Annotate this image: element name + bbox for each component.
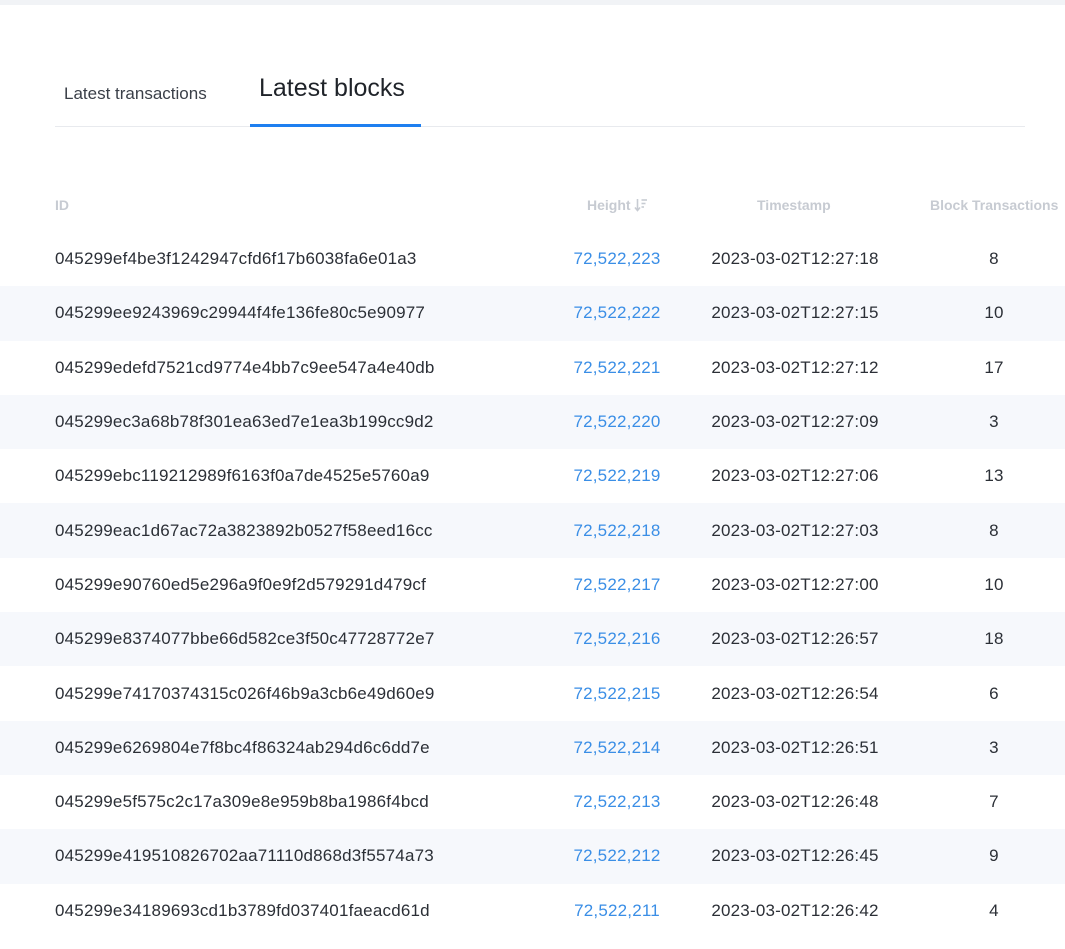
block-height-link[interactable]: 72,522,222 <box>573 303 660 323</box>
block-transactions-count-cell: 10 <box>984 303 1004 323</box>
block-id-cell: 045299eac1d67ac72a3823892b0527f58eed16cc <box>55 520 433 540</box>
active-tab-indicator <box>250 124 421 127</box>
table-row: 045299ee9243969c29944f4fe136fe80c5e90977… <box>0 286 1065 341</box>
table-row: 045299ec3a68b78f301ea63ed7e1ea3b199cc9d2… <box>0 394 1065 450</box>
block-height-link[interactable]: 72,522,223 <box>573 249 660 269</box>
block-transactions-count-cell: 4 <box>989 900 999 920</box>
table-row: 045299eac1d67ac72a3823892b0527f58eed16cc… <box>0 503 1065 558</box>
table-row: 045299ebc119212989f6163f0a7de4525e5760a9… <box>0 449 1065 503</box>
block-timestamp-cell: 2023-03-02T12:27:03 <box>711 520 879 540</box>
block-height-link[interactable]: 72,522,212 <box>573 846 660 866</box>
table-body: 045299ef4be3f1242947cfd6f17b6038fa6e01a3… <box>0 232 1065 938</box>
block-transactions-count-cell: 8 <box>989 520 999 540</box>
block-id-cell: 045299edefd7521cd9774e4bb7c9ee547a4e40db <box>55 357 435 377</box>
tab-latest-blocks[interactable]: Latest blocks <box>250 61 421 127</box>
tab-bar: Latest transactions Latest blocks <box>55 62 1025 127</box>
block-height-link[interactable]: 72,522,214 <box>573 738 660 758</box>
table-row: 045299edefd7521cd9774e4bb7c9ee547a4e40db… <box>0 341 1065 395</box>
block-transactions-count-cell: 3 <box>989 737 999 757</box>
table-header: ID Height Timestamp Block Transactions <box>0 178 1065 232</box>
block-timestamp-cell: 2023-03-02T12:27:06 <box>711 466 879 486</box>
block-transactions-count-cell: 18 <box>984 629 1004 649</box>
table-row: 045299e6269804e7f8bc4f86324ab294d6c6dd7e… <box>0 720 1065 775</box>
column-header-block-transactions: Block Transactions <box>930 197 1059 213</box>
block-height-link[interactable]: 72,522,215 <box>573 684 660 704</box>
block-id-cell: 045299e74170374315c026f46b9a3cb6e49d60e9 <box>55 683 435 703</box>
block-transactions-count-cell: 3 <box>989 412 999 432</box>
block-id-cell: 045299ec3a68b78f301ea63ed7e1ea3b199cc9d2 <box>55 412 434 432</box>
block-timestamp-cell: 2023-03-02T12:27:15 <box>711 303 879 323</box>
block-height-link[interactable]: 72,522,217 <box>573 575 660 595</box>
block-timestamp-cell: 2023-03-02T12:26:42 <box>711 900 879 920</box>
block-timestamp-cell: 2023-03-02T12:26:45 <box>711 846 879 866</box>
block-timestamp-cell: 2023-03-02T12:26:54 <box>711 683 879 703</box>
table-row: 045299e34189693cd1b3789fd037401faeacd61d… <box>0 884 1065 938</box>
top-strip <box>0 0 1065 5</box>
block-transactions-count-cell: 17 <box>984 357 1004 377</box>
table-row: 045299e8374077bbe66d582ce3f50c47728772e7… <box>0 612 1065 667</box>
blocks-table: ID Height Timestamp Block Transactions 0… <box>0 178 1065 938</box>
block-id-cell: 045299ebc119212989f6163f0a7de4525e5760a9 <box>55 466 430 486</box>
block-transactions-count-cell: 7 <box>989 792 999 812</box>
block-timestamp-cell: 2023-03-02T12:26:48 <box>711 792 879 812</box>
block-transactions-count-cell: 6 <box>989 683 999 703</box>
block-timestamp-cell: 2023-03-02T12:27:18 <box>711 249 879 269</box>
table-row: 045299ef4be3f1242947cfd6f17b6038fa6e01a3… <box>0 232 1065 286</box>
column-header-height-label: Height <box>587 197 631 213</box>
block-transactions-count-cell: 13 <box>984 466 1004 486</box>
block-timestamp-cell: 2023-03-02T12:26:57 <box>711 629 879 649</box>
block-transactions-count-cell: 8 <box>989 249 999 269</box>
column-header-timestamp: Timestamp <box>757 197 831 213</box>
block-height-link[interactable]: 72,522,220 <box>573 412 660 432</box>
block-height-link[interactable]: 72,522,221 <box>573 358 660 378</box>
table-row: 045299e74170374315c026f46b9a3cb6e49d60e9… <box>0 666 1065 720</box>
sort-descending-icon[interactable] <box>633 198 648 212</box>
block-id-cell: 045299e34189693cd1b3789fd037401faeacd61d <box>55 900 430 920</box>
block-id-cell: 045299e419510826702aa71110d868d3f5574a73 <box>55 846 434 866</box>
block-timestamp-cell: 2023-03-02T12:27:12 <box>711 357 879 377</box>
block-id-cell: 045299e6269804e7f8bc4f86324ab294d6c6dd7e <box>55 737 430 757</box>
block-height-link[interactable]: 72,522,218 <box>573 521 660 541</box>
tab-latest-transactions-label: Latest transactions <box>64 84 207 103</box>
block-id-cell: 045299e5f575c2c17a309e8e959b8ba1986f4bcd <box>55 792 429 812</box>
table-row: 045299e5f575c2c17a309e8e959b8ba1986f4bcd… <box>0 775 1065 829</box>
block-id-cell: 045299ef4be3f1242947cfd6f17b6038fa6e01a3 <box>55 249 417 269</box>
block-id-cell: 045299e8374077bbe66d582ce3f50c47728772e7 <box>55 629 435 649</box>
block-timestamp-cell: 2023-03-02T12:27:00 <box>711 574 879 594</box>
table-row: 045299e90760ed5e296a9f0e9f2d579291d479cf… <box>0 558 1065 612</box>
table-row: 045299e419510826702aa71110d868d3f5574a73… <box>0 829 1065 884</box>
tab-latest-transactions[interactable]: Latest transactions <box>64 61 234 126</box>
block-height-link[interactable]: 72,522,216 <box>573 629 660 649</box>
block-id-cell: 045299e90760ed5e296a9f0e9f2d579291d479cf <box>55 574 427 594</box>
block-height-link[interactable]: 72,522,219 <box>573 466 660 486</box>
block-timestamp-cell: 2023-03-02T12:27:09 <box>711 412 879 432</box>
block-timestamp-cell: 2023-03-02T12:26:51 <box>711 737 879 757</box>
block-height-link[interactable]: 72,522,213 <box>573 792 660 812</box>
block-id-cell: 045299ee9243969c29944f4fe136fe80c5e90977 <box>55 303 426 323</box>
block-transactions-count-cell: 10 <box>984 574 1004 594</box>
block-transactions-count-cell: 9 <box>989 846 999 866</box>
block-height-link[interactable]: 72,522,211 <box>574 901 660 921</box>
column-header-id: ID <box>55 197 69 213</box>
column-header-height[interactable]: Height <box>587 197 648 213</box>
tab-latest-blocks-label: Latest blocks <box>259 74 405 102</box>
